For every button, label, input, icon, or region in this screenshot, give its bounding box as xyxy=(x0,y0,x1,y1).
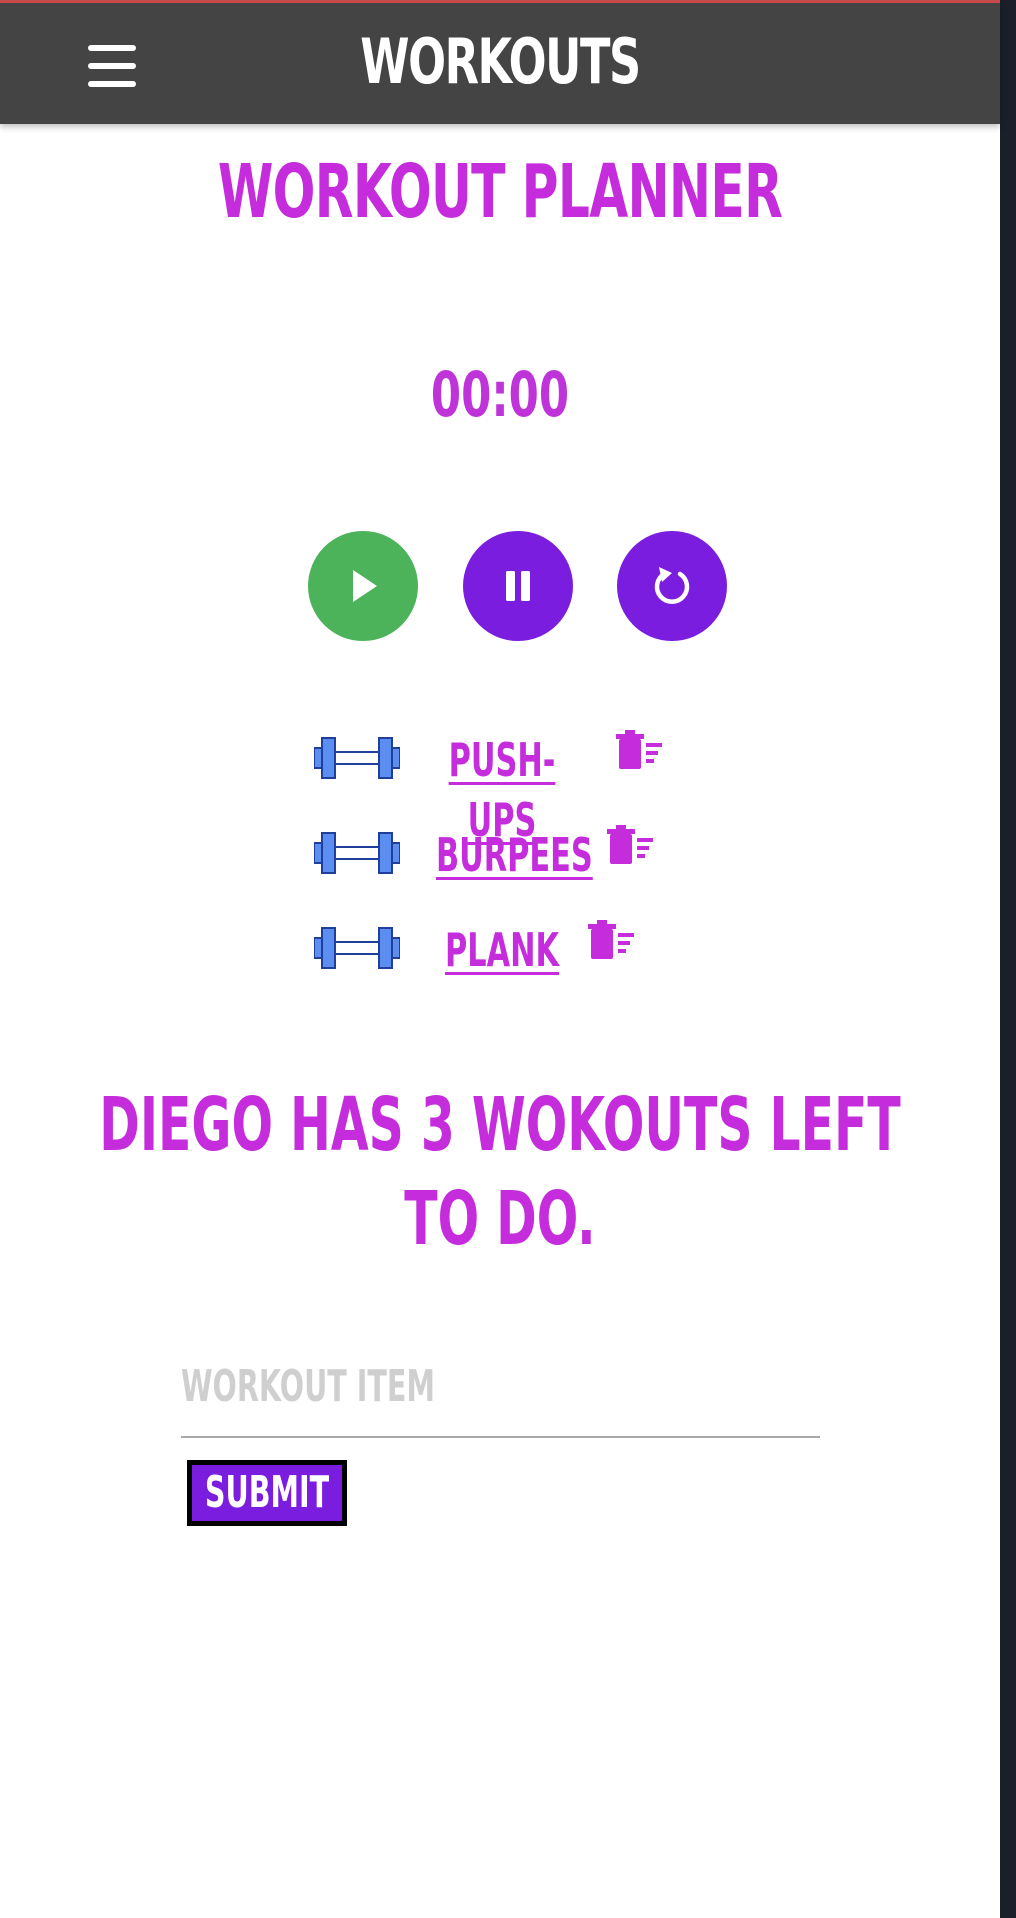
reset-icon xyxy=(654,567,690,604)
submit-button-label: SUBMIT xyxy=(204,1467,330,1518)
workout-item-input[interactable] xyxy=(181,1348,818,1424)
hamburger-menu-icon[interactable] xyxy=(88,45,136,87)
summary-text: DIEGO HAS 3 WOKOUTS LEFT TO DO. xyxy=(99,1082,901,1262)
dumbbell-icon xyxy=(314,927,400,969)
workout-list-item: PLANK xyxy=(0,920,1000,980)
pause-button[interactable] xyxy=(463,531,573,641)
app-title: WORKOUTS xyxy=(360,25,641,98)
workout-name-link[interactable]: PLANK xyxy=(436,920,568,980)
dumbbell-icon xyxy=(314,737,400,779)
pause-icon xyxy=(506,571,530,601)
workout-list-item: PUSH-UPS xyxy=(0,730,1000,847)
trash-icon[interactable] xyxy=(607,825,657,865)
dumbbell-icon xyxy=(314,832,400,874)
play-icon xyxy=(353,570,377,602)
workout-item-field xyxy=(181,1340,820,1438)
top-app-bar: WORKOUTS xyxy=(0,0,1000,124)
workout-list-item: BURPEES xyxy=(0,825,1000,885)
page-title: WORKOUT PLANNER xyxy=(217,149,783,235)
workouts-remaining-summary: DIEGO HAS 3 WOKOUTS LEFT TO DO. xyxy=(80,1078,920,1266)
play-button[interactable] xyxy=(308,531,418,641)
workout-name-link[interactable]: BURPEES xyxy=(436,825,593,885)
submit-button[interactable]: SUBMIT xyxy=(187,1460,347,1526)
trash-icon[interactable] xyxy=(616,730,666,770)
page-edge-strip xyxy=(1000,0,1016,1918)
timer-display: 00:00 xyxy=(430,358,570,431)
reset-button[interactable] xyxy=(617,531,727,641)
trash-icon[interactable] xyxy=(588,920,638,960)
